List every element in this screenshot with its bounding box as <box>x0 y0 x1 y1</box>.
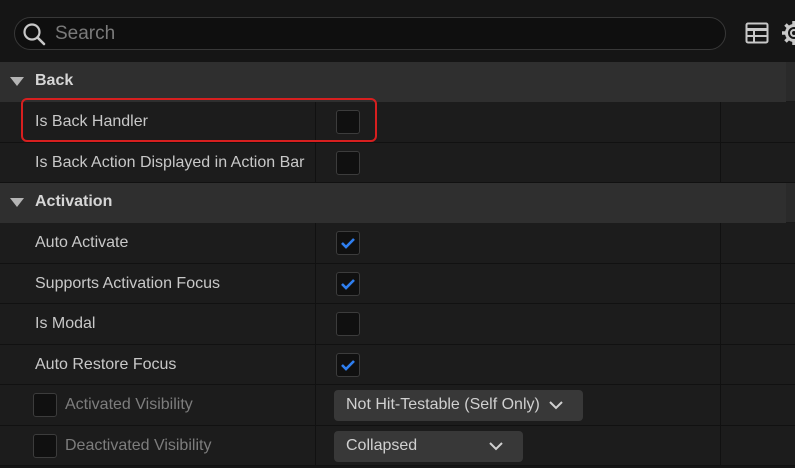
caret-down-icon[interactable] <box>9 197 25 208</box>
property-value-cell <box>317 142 721 182</box>
property-label: Deactivated Visibility <box>65 436 212 454</box>
property-row-auto-activate: Auto Activate <box>0 223 795 264</box>
property-name-cell: Supports Activation Focus <box>0 263 316 303</box>
category-label: Activation <box>35 193 113 210</box>
property-row-is-back-handler: Is Back Handler <box>0 102 795 143</box>
property-name-cell: Is Back Action Displayed in Action Bar <box>0 142 316 182</box>
property-value-cell <box>317 304 721 344</box>
deactivated-visibility-dropdown[interactable]: Collapsed <box>334 430 523 462</box>
property-value-cell <box>317 223 721 263</box>
property-name-cell: Auto Activate <box>0 223 316 263</box>
deactivated-visibility-edit-toggle[interactable] <box>33 433 57 458</box>
property-label: Auto Activate <box>35 234 129 251</box>
is-back-action-displayed-checkbox[interactable] <box>336 150 360 175</box>
category-label: Back <box>35 72 74 89</box>
property-label: Auto Restore Focus <box>35 355 177 373</box>
category-back[interactable]: Back <box>0 62 795 102</box>
property-name-cell: Activated Visibility <box>0 385 316 425</box>
auto-restore-focus-checkbox[interactable] <box>336 352 360 377</box>
caret-down-icon[interactable] <box>9 76 25 87</box>
search-icon <box>23 23 46 46</box>
property-extra-cell <box>722 385 795 425</box>
search-box[interactable] <box>14 17 726 50</box>
is-back-handler-checkbox[interactable] <box>336 110 360 134</box>
property-extra-cell <box>722 143 795 183</box>
category-activation[interactable]: Activation <box>0 183 795 223</box>
property-value-cell <box>317 102 721 142</box>
property-row-is-back-action-displayed: Is Back Action Displayed in Action Bar <box>0 142 795 183</box>
search-input[interactable] <box>55 18 715 49</box>
property-name-cell: Is Modal <box>0 304 316 344</box>
property-name-cell: Auto Restore Focus <box>0 344 316 384</box>
details-toolbar <box>0 0 795 62</box>
property-name-cell: Deactivated Visibility <box>0 425 316 465</box>
property-label: Supports Activation Focus <box>35 274 220 292</box>
supports-activation-focus-checkbox[interactable] <box>336 271 360 296</box>
property-value-cell <box>317 344 721 384</box>
property-row-is-modal: Is Modal <box>0 304 795 345</box>
property-extra-cell <box>722 426 795 466</box>
dropdown-value: Collapsed <box>346 436 418 454</box>
details-panel: Back Is Back Handler Is Back Action Disp… <box>0 0 795 468</box>
property-extra-cell <box>722 223 795 263</box>
property-row-deactivated-visibility: Deactivated Visibility Collapsed <box>0 425 795 466</box>
property-extra-cell <box>722 345 795 385</box>
property-grid: Back Is Back Handler Is Back Action Disp… <box>0 62 795 466</box>
category-header-bg <box>0 183 786 223</box>
auto-activate-checkbox[interactable] <box>336 231 360 255</box>
is-modal-checkbox[interactable] <box>336 312 360 336</box>
property-row-activated-visibility: Activated Visibility Not Hit-Testable (S… <box>0 385 795 426</box>
activated-visibility-edit-toggle[interactable] <box>33 393 57 417</box>
property-label: Activated Visibility <box>65 396 193 413</box>
property-value-cell: Collapsed <box>317 425 721 465</box>
chevron-down-icon <box>489 441 503 450</box>
property-row-auto-restore-focus: Auto Restore Focus <box>0 344 795 385</box>
activated-visibility-dropdown[interactable]: Not Hit-Testable (Self Only) <box>334 390 583 421</box>
property-extra-cell <box>722 102 795 142</box>
property-name-cell: Is Back Handler <box>0 102 316 142</box>
property-extra-cell <box>722 264 795 304</box>
checkmark-icon <box>341 238 355 249</box>
chevron-down-icon <box>549 401 563 410</box>
table-view-icon[interactable] <box>745 22 769 44</box>
dropdown-value: Not Hit-Testable (Self Only) <box>346 396 540 413</box>
checkmark-icon <box>341 359 355 371</box>
category-header-bg <box>0 62 786 102</box>
property-row-supports-activation-focus: Supports Activation Focus <box>0 263 795 304</box>
gear-icon[interactable] <box>781 20 795 46</box>
property-value-cell: Not Hit-Testable (Self Only) <box>317 385 721 425</box>
property-label: Is Back Handler <box>35 113 148 130</box>
property-value-cell <box>317 263 721 303</box>
property-label: Is Modal <box>35 315 96 332</box>
checkmark-icon <box>341 278 355 290</box>
property-label: Is Back Action Displayed in Action Bar <box>35 153 305 171</box>
property-extra-cell <box>722 304 795 344</box>
